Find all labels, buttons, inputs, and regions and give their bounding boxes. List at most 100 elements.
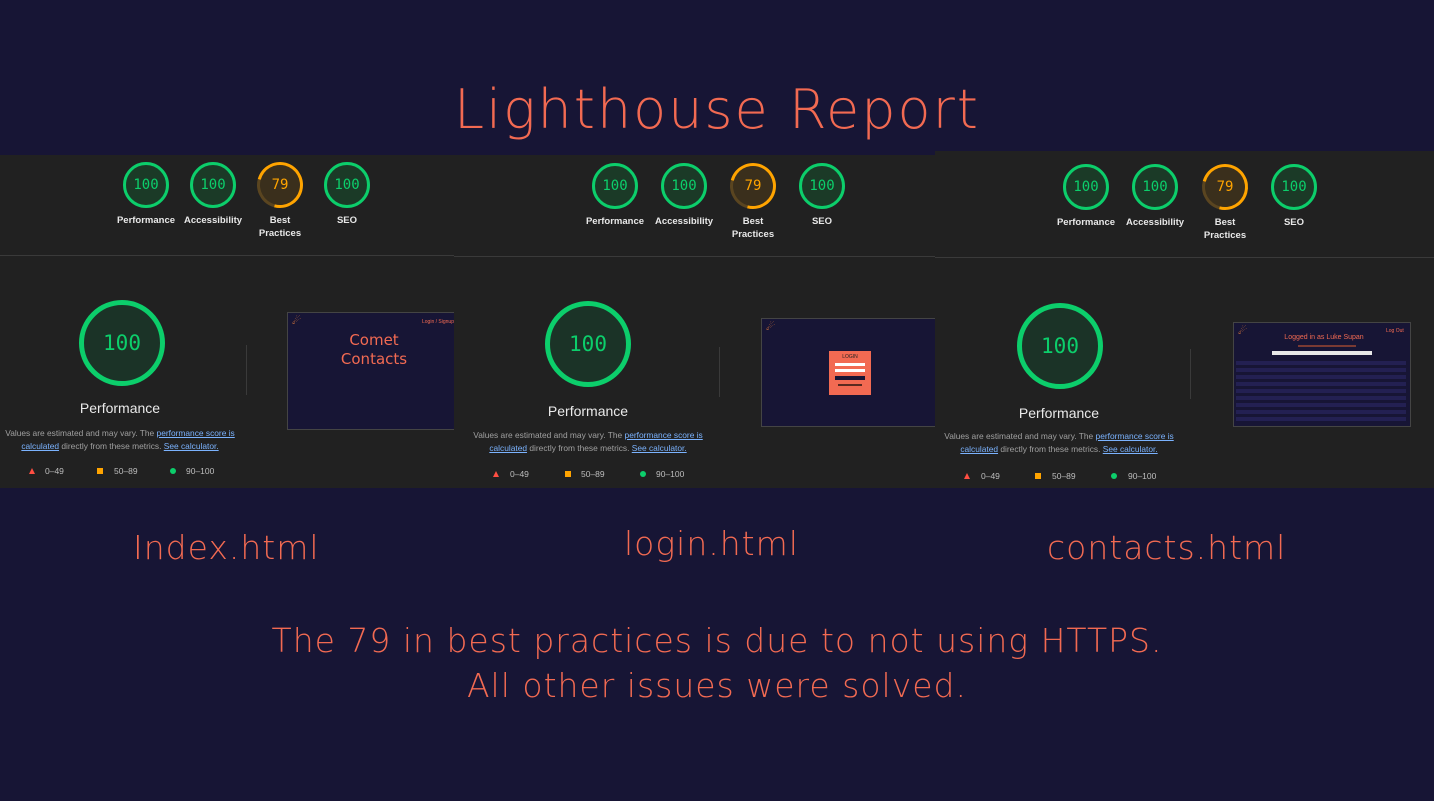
preview-logout-link: Log Out [1386, 328, 1404, 334]
score-value: 100 [334, 177, 360, 193]
legend-pass: 90–100 [1128, 471, 1157, 481]
see-calculator-link[interactable]: See calculator. [164, 441, 219, 451]
score-value: 100 [200, 177, 226, 193]
score-value: 100 [1281, 179, 1307, 195]
score-label: Best Practices [731, 216, 775, 240]
score-label: SEO [811, 216, 833, 227]
score-gauge-accessibility[interactable]: 100 Accessibility [1126, 164, 1184, 228]
performance-gauge: 100 [1017, 303, 1103, 389]
average-icon [1035, 473, 1041, 479]
login-form-preview: LOGIN [829, 351, 871, 395]
legend-pass: 90–100 [656, 469, 685, 479]
score-value: 100 [602, 178, 628, 194]
report-panel-login: 100 Performance 100 Accessibility 79 Bes… [454, 155, 935, 488]
login-heading: LOGIN [842, 354, 858, 360]
legend-average: 50–89 [581, 469, 605, 479]
score-gauge-seo[interactable]: 100 SEO [324, 162, 370, 226]
divider [719, 347, 720, 397]
fail-icon [964, 473, 970, 479]
score-gauge-best-practices[interactable]: 79 Best Practices [721, 155, 785, 240]
legend-pass: 90–100 [186, 466, 215, 476]
note-line-2: All other issues were solved. [466, 666, 967, 705]
fail-icon [29, 468, 35, 474]
divider [935, 257, 1434, 258]
see-calculator-link[interactable]: See calculator. [1103, 444, 1158, 454]
divider [1190, 349, 1191, 399]
average-icon [97, 468, 103, 474]
score-value: 79 [271, 177, 289, 193]
preview-nav-link: Login / Signup [422, 319, 454, 325]
score-label: Accessibility [654, 216, 714, 227]
score-value: 100 [809, 178, 835, 194]
divider [454, 256, 935, 257]
performance-value: 100 [1041, 334, 1079, 358]
score-label: SEO [336, 215, 358, 226]
performance-gauge: 100 [79, 300, 165, 386]
score-gauge-performance[interactable]: 100 Performance [1057, 164, 1115, 228]
preview-tabs [1298, 345, 1356, 347]
report-panel-index: 100 Performance 100 Accessibility 79 Bes… [0, 155, 454, 488]
score-label: Best Practices [1203, 217, 1247, 241]
see-calculator-link[interactable]: See calculator. [632, 443, 687, 453]
page-label-login: login.html [624, 524, 799, 563]
score-value: 100 [1142, 179, 1168, 195]
performance-description: Values are estimated and may vary. The p… [5, 428, 235, 451]
page-preview-thumbnail: ☄ Login / Signup Comet Contacts [287, 312, 454, 430]
report-title: Lighthouse Report [454, 78, 980, 141]
score-label: Accessibility [183, 215, 243, 226]
score-value: 79 [1216, 179, 1234, 195]
preview-field [835, 363, 865, 366]
divider [0, 255, 454, 256]
performance-label: Performance [547, 403, 629, 419]
score-legend: 0–49 50–89 90–100 [454, 468, 935, 482]
report-panel-contacts: 100 Performance 100 Accessibility 79 Bes… [935, 151, 1434, 488]
score-label: Best Practices [258, 215, 302, 239]
comet-logo-icon: ☄ [1238, 326, 1247, 337]
score-gauge-best-practices[interactable]: 79 Best Practices [1193, 155, 1257, 241]
preview-table [1236, 361, 1406, 421]
fail-icon [493, 471, 499, 477]
score-gauge-best-practices[interactable]: 79 Best Practices [248, 155, 312, 239]
score-gauge-performance[interactable]: 100 Performance [117, 162, 175, 226]
legend-fail: 0–49 [45, 466, 64, 476]
pass-icon [170, 468, 176, 474]
performance-label: Performance [1018, 405, 1100, 421]
score-gauge-seo[interactable]: 100 SEO [799, 163, 845, 227]
preview-heading: Comet Contacts [340, 331, 408, 368]
note-line-1: The 79 in best practices is due to not u… [271, 621, 1163, 660]
comet-logo-icon: ☄ [292, 316, 301, 327]
preview-button [835, 376, 865, 380]
score-gauge-accessibility[interactable]: 100 Accessibility [655, 163, 713, 227]
score-gauge-accessibility[interactable]: 100 Accessibility [184, 162, 242, 226]
performance-gauge: 100 [545, 301, 631, 387]
legend-fail: 0–49 [510, 469, 529, 479]
preview-search [1272, 351, 1372, 355]
score-label: SEO [1283, 217, 1305, 228]
divider [246, 345, 247, 395]
score-gauge-performance[interactable]: 100 Performance [586, 163, 644, 227]
legend-average: 50–89 [1052, 471, 1076, 481]
page-preview-thumbnail: ☄ LOGIN [761, 318, 935, 427]
page-preview-thumbnail: ☄ Log Out Logged in as Luke Supan [1233, 322, 1411, 427]
performance-value: 100 [569, 332, 607, 356]
legend-average: 50–89 [114, 466, 138, 476]
page-label-contacts: contacts.html [1047, 528, 1287, 567]
score-value: 79 [744, 178, 762, 194]
score-gauge-seo[interactable]: 100 SEO [1271, 164, 1317, 228]
page-label-index: Index.html [133, 528, 320, 567]
preview-field [835, 369, 865, 372]
preview-link [838, 384, 862, 386]
score-legend: 0–49 50–89 90–100 [935, 470, 1434, 484]
performance-description: Values are estimated and may vary. The p… [473, 430, 703, 453]
performance-value: 100 [103, 331, 141, 355]
score-value: 100 [671, 178, 697, 194]
preview-heading: Logged in as Luke Supan [1284, 334, 1364, 341]
score-label: Accessibility [1125, 217, 1185, 228]
legend-fail: 0–49 [981, 471, 1000, 481]
comet-logo-icon: ☄ [766, 322, 775, 333]
pass-icon [640, 471, 646, 477]
average-icon [565, 471, 571, 477]
score-legend: 0–49 50–89 90–100 [0, 465, 454, 479]
performance-description: Values are estimated and may vary. The p… [944, 431, 1174, 454]
score-value: 100 [1073, 179, 1099, 195]
